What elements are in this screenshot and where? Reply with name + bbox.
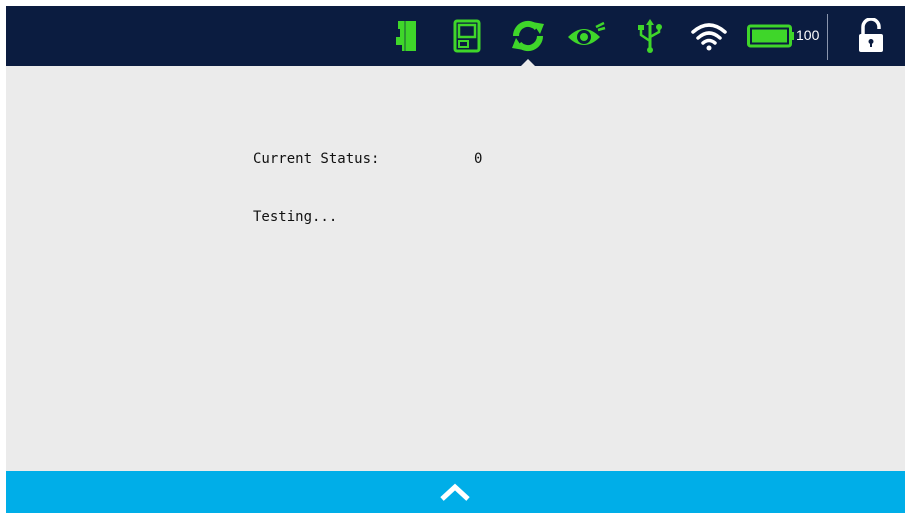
- battery-level: 100: [796, 27, 820, 43]
- current-status-label: Current Status:: [253, 151, 380, 167]
- unlock-icon[interactable]: [851, 16, 891, 56]
- toolbar-divider: [827, 14, 828, 60]
- eye-icon[interactable]: [566, 16, 606, 56]
- top-toolbar: 100: [6, 6, 905, 66]
- sync-icon[interactable]: [508, 16, 548, 56]
- usb-icon[interactable]: [630, 16, 670, 56]
- current-status-value: 0: [474, 151, 483, 167]
- printer-icon[interactable]: [447, 16, 487, 56]
- testing-message: Testing...: [253, 209, 338, 225]
- battery-icon: [747, 16, 795, 56]
- ink-cartridge-icon[interactable]: [386, 16, 426, 56]
- chevron-up-icon[interactable]: [435, 477, 475, 507]
- active-tab-indicator: [521, 59, 535, 66]
- bottom-bar: [6, 471, 905, 513]
- wifi-icon[interactable]: [689, 16, 729, 56]
- status-panel: Current Status: 0 Testing...: [6, 66, 905, 471]
- device-screen: 100 Current Status: 0 Testing...: [6, 6, 905, 513]
